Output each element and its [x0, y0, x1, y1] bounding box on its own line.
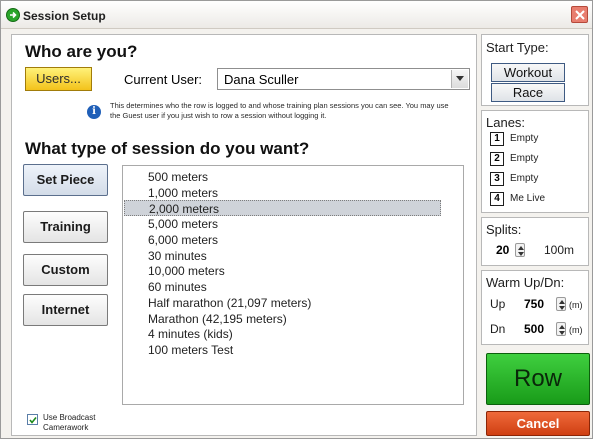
warmup-dn-unit: (m)	[569, 325, 583, 335]
warmup-up-spinner[interactable]	[556, 297, 566, 311]
window-title: Session Setup	[23, 9, 106, 23]
dropdown-arrow[interactable]	[451, 70, 468, 88]
users-button[interactable]: Users...	[25, 67, 92, 91]
list-item[interactable]: 10,000 meters	[124, 263, 441, 279]
lane-number: 1	[490, 132, 504, 146]
current-user-label: Current User:	[124, 72, 203, 87]
session-list[interactable]: 500 meters 1,000 meters 2,000 meters 5,0…	[122, 165, 464, 405]
warmup-up-unit: (m)	[569, 300, 583, 310]
close-icon	[575, 10, 585, 20]
lanes-title: Lanes:	[486, 115, 526, 130]
list-item[interactable]: 100 meters Test	[124, 342, 441, 358]
set-piece-button[interactable]: Set Piece	[23, 164, 108, 196]
spinner-arrows-icon	[559, 300, 565, 310]
list-item[interactable]: 500 meters	[124, 169, 441, 185]
splits-value[interactable]: 20	[496, 243, 509, 257]
user-info-text: This determines who the row is logged to…	[110, 101, 449, 120]
start-type-title: Start Type:	[486, 40, 549, 55]
splits-title: Splits:	[486, 222, 522, 237]
close-button[interactable]	[571, 6, 588, 23]
cancel-button[interactable]: Cancel	[486, 411, 590, 436]
lane-name: Me Live	[510, 193, 546, 204]
lanes-panel: Lanes: 1 Empty 2 Empty 3 Empty 4 Me Live	[481, 110, 589, 213]
spinner-arrows-icon	[518, 246, 524, 256]
lane-number: 4	[490, 192, 504, 206]
list-item[interactable]: 4 minutes (kids)	[124, 326, 441, 342]
warmup-panel: Warm Up/Dn: Up 750 (m) Dn 500 (m)	[481, 270, 589, 345]
list-item[interactable]: 30 minutes	[124, 248, 441, 264]
lane-row[interactable]: 3 Empty	[490, 172, 580, 188]
list-item[interactable]: Half marathon (21,097 meters)	[124, 295, 441, 311]
warmup-title: Warm Up/Dn:	[486, 275, 565, 290]
chevron-down-icon	[456, 76, 464, 81]
checkmark-icon	[29, 417, 37, 424]
lane-row[interactable]: 4 Me Live	[490, 192, 580, 208]
race-button[interactable]: Race	[491, 83, 565, 102]
list-item[interactable]: 5,000 meters	[124, 216, 441, 232]
lane-number: 2	[490, 152, 504, 166]
lane-row[interactable]: 2 Empty	[490, 152, 580, 168]
current-user-dropdown[interactable]: Dana Sculler	[217, 68, 470, 90]
lane-name: Empty	[510, 173, 539, 184]
current-user-value: Dana Sculler	[224, 72, 299, 87]
splits-spinner[interactable]	[515, 243, 525, 257]
lane-name: Empty	[510, 153, 539, 164]
row-button[interactable]: Row	[486, 353, 590, 405]
spinner-arrows-icon	[559, 325, 565, 335]
list-item[interactable]: 6,000 meters	[124, 232, 441, 248]
main-panel: Who are you? Users... Current User: Dana…	[11, 34, 477, 436]
warmup-up-label: Up	[490, 297, 506, 311]
session-setup-window: Session Setup Who are you? Users... Curr…	[0, 0, 593, 439]
title-bar[interactable]: Session Setup	[1, 1, 592, 29]
info-icon: i	[87, 105, 101, 119]
list-item[interactable]: 60 minutes	[124, 279, 441, 295]
warmup-dn-spinner[interactable]	[556, 322, 566, 336]
lane-row[interactable]: 1 Empty	[490, 132, 580, 148]
training-button[interactable]: Training	[23, 211, 108, 243]
workout-button[interactable]: Workout	[491, 63, 565, 82]
internet-button[interactable]: Internet	[23, 294, 108, 326]
warmup-dn-value[interactable]: 500	[524, 322, 544, 336]
custom-button[interactable]: Custom	[23, 254, 108, 286]
splits-unit: 100m	[544, 243, 575, 257]
who-heading: Who are you?	[25, 42, 138, 61]
list-item[interactable]: Marathon (42,195 meters)	[124, 311, 441, 327]
lane-number: 3	[490, 172, 504, 186]
start-type-panel: Start Type: Workout Race	[481, 34, 589, 106]
session-heading: What type of session do you want?	[25, 139, 310, 158]
green-circle-arrow-icon	[6, 8, 20, 22]
warmup-up-value[interactable]: 750	[524, 297, 544, 311]
broadcast-checkbox[interactable]	[27, 414, 38, 425]
warmup-dn-label: Dn	[490, 322, 506, 336]
splits-panel: Splits: 20 100m	[481, 217, 589, 266]
list-item-selected[interactable]: 2,000 meters	[124, 200, 441, 216]
lane-name: Empty	[510, 133, 539, 144]
list-item[interactable]: 1,000 meters	[124, 185, 441, 201]
broadcast-label: Use Broadcast Camerawork	[43, 413, 96, 432]
